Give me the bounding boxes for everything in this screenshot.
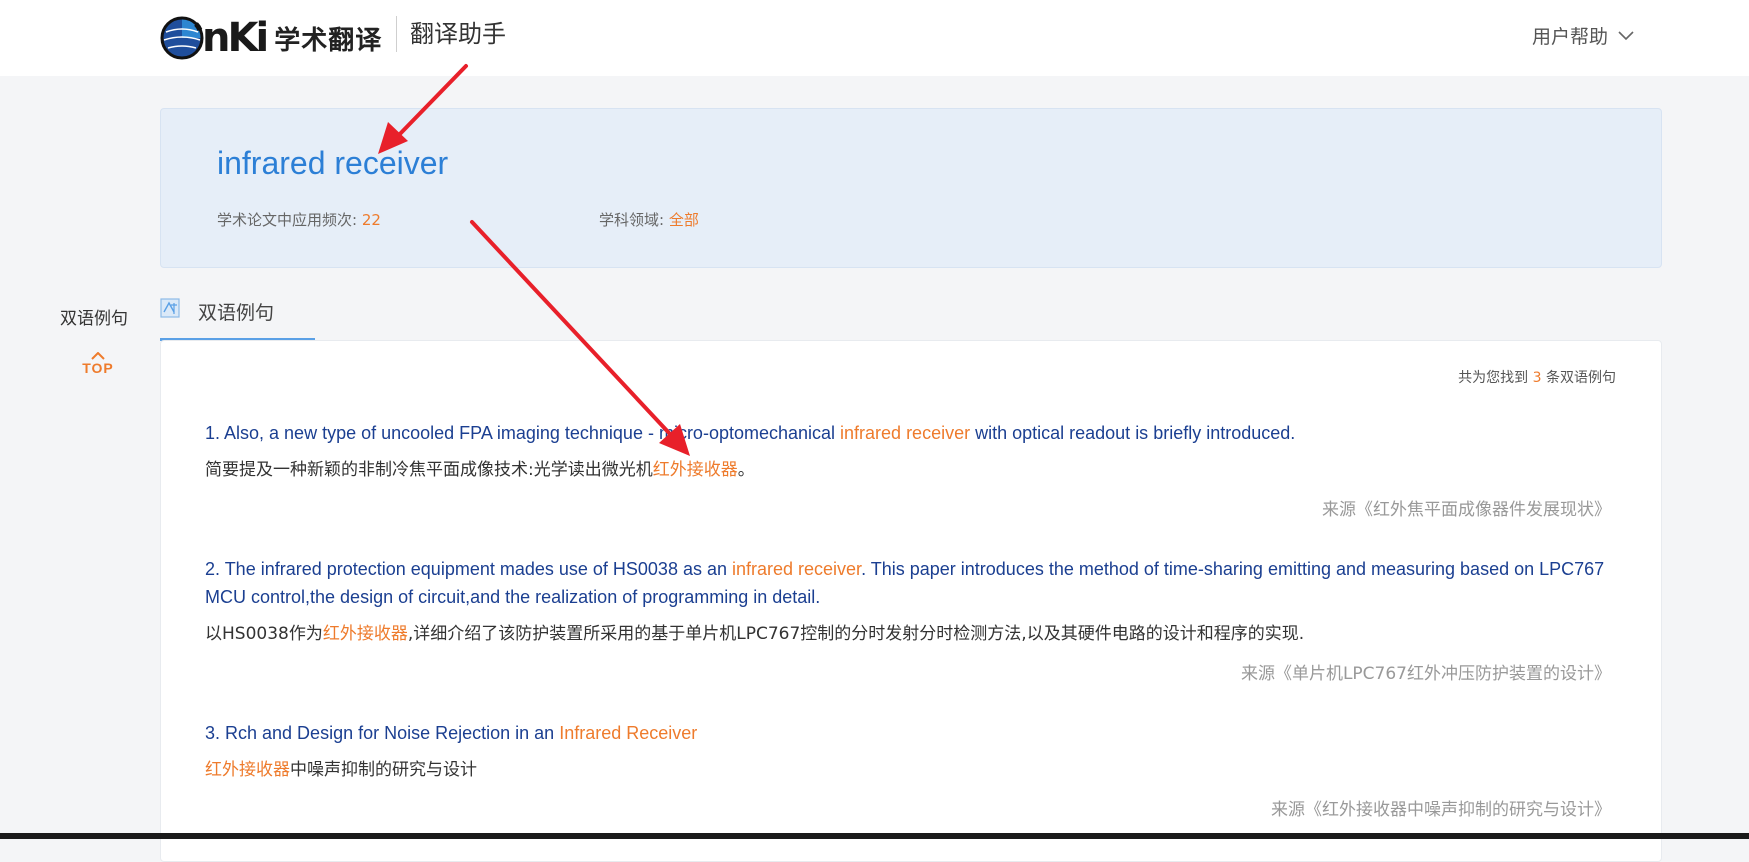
- chevron-down-icon: [1618, 30, 1634, 40]
- example-item-1: 1. Also, a new type of uncooled FPA imag…: [205, 419, 1617, 520]
- user-help-menu[interactable]: 用户帮助: [1532, 22, 1634, 49]
- example-english: 2. The infrared protection equipment mad…: [205, 559, 1605, 607]
- example-chinese: 红外接收器中噪声抑制的研究与设计: [205, 760, 477, 780]
- term-summary-card: infrared receiver 学术论文中应用频次: 22 学科领域: 全部: [160, 108, 1662, 268]
- tab-label: 双语例句: [198, 302, 275, 324]
- bottom-edge-bar: [0, 833, 1749, 839]
- result-count-suffix: 条双语例句: [1546, 370, 1616, 386]
- logo-divider: [396, 16, 397, 52]
- example-chinese: 简要提及一种新颖的非制冷焦平面成像技术:光学读出微光机红外接收器。: [205, 460, 755, 480]
- example-english: 3. Rch and Design for Noise Rejection in…: [205, 723, 698, 743]
- top-header: nKi 学术翻译 翻译助手 用户帮助: [0, 0, 1749, 76]
- logo-letters: nKi: [202, 15, 269, 61]
- example-item-3: 3. Rch and Design for Noise Rejection in…: [205, 719, 1617, 820]
- result-count-value: 3: [1532, 370, 1542, 386]
- example-item-2: 2. The infrared protection equipment mad…: [205, 555, 1617, 684]
- translate-icon: [160, 298, 180, 318]
- result-count: 共为您找到 3 条双语例句: [1458, 367, 1616, 387]
- back-to-top-button[interactable]: TOP: [78, 352, 118, 386]
- example-source-link[interactable]: 来源《红外焦平面成像器件发展现状》: [205, 495, 1617, 520]
- usage-frequency: 学术论文中应用频次: 22: [217, 209, 381, 230]
- usage-frequency-value[interactable]: 22: [362, 211, 381, 229]
- example-chinese: 以HS0038作为红外接收器,详细介绍了该防护装置所采用的基于单片机LPC767…: [205, 624, 1305, 644]
- back-to-top-label: TOP: [82, 360, 114, 376]
- highlight-term: infrared receiver: [840, 423, 971, 443]
- tab-bilingual-examples[interactable]: 双语例句: [160, 292, 315, 341]
- highlight-term: Infrared Receiver: [559, 723, 698, 743]
- logo-brand-text: 学术翻译: [274, 25, 383, 56]
- term-title: infrared receiver: [217, 145, 449, 181]
- examples-panel: 共为您找到 3 条双语例句 1. Also, a new type of unc…: [160, 340, 1662, 862]
- user-help-label: 用户帮助: [1531, 26, 1608, 48]
- cnki-logo[interactable]: nKi 学术翻译: [160, 12, 382, 64]
- example-source-link[interactable]: 来源《单片机LPC767红外冲压防护装置的设计》: [205, 659, 1617, 684]
- highlight-term: 红外接收器: [205, 760, 290, 780]
- subject-field: 学科领域: 全部: [599, 209, 699, 230]
- highlight-term: infrared receiver: [732, 559, 862, 579]
- globe-logo-icon: [160, 16, 204, 60]
- usage-frequency-label: 学术论文中应用频次:: [217, 211, 358, 229]
- example-source-link[interactable]: 来源《红外接收器中噪声抑制的研究与设计》: [205, 795, 1617, 820]
- result-count-prefix: 共为您找到: [1458, 370, 1529, 386]
- chevron-up-icon: [91, 352, 105, 360]
- sidebar-item-bilingual-examples[interactable]: 双语例句: [60, 304, 128, 329]
- highlight-term: 红外接收器: [322, 624, 408, 644]
- product-title[interactable]: 翻译助手: [410, 16, 506, 52]
- subject-field-label: 学科领域:: [599, 211, 665, 229]
- example-english: 1. Also, a new type of uncooled FPA imag…: [205, 423, 1296, 443]
- subject-field-value[interactable]: 全部: [669, 211, 699, 229]
- highlight-term: 红外接收器: [652, 460, 738, 480]
